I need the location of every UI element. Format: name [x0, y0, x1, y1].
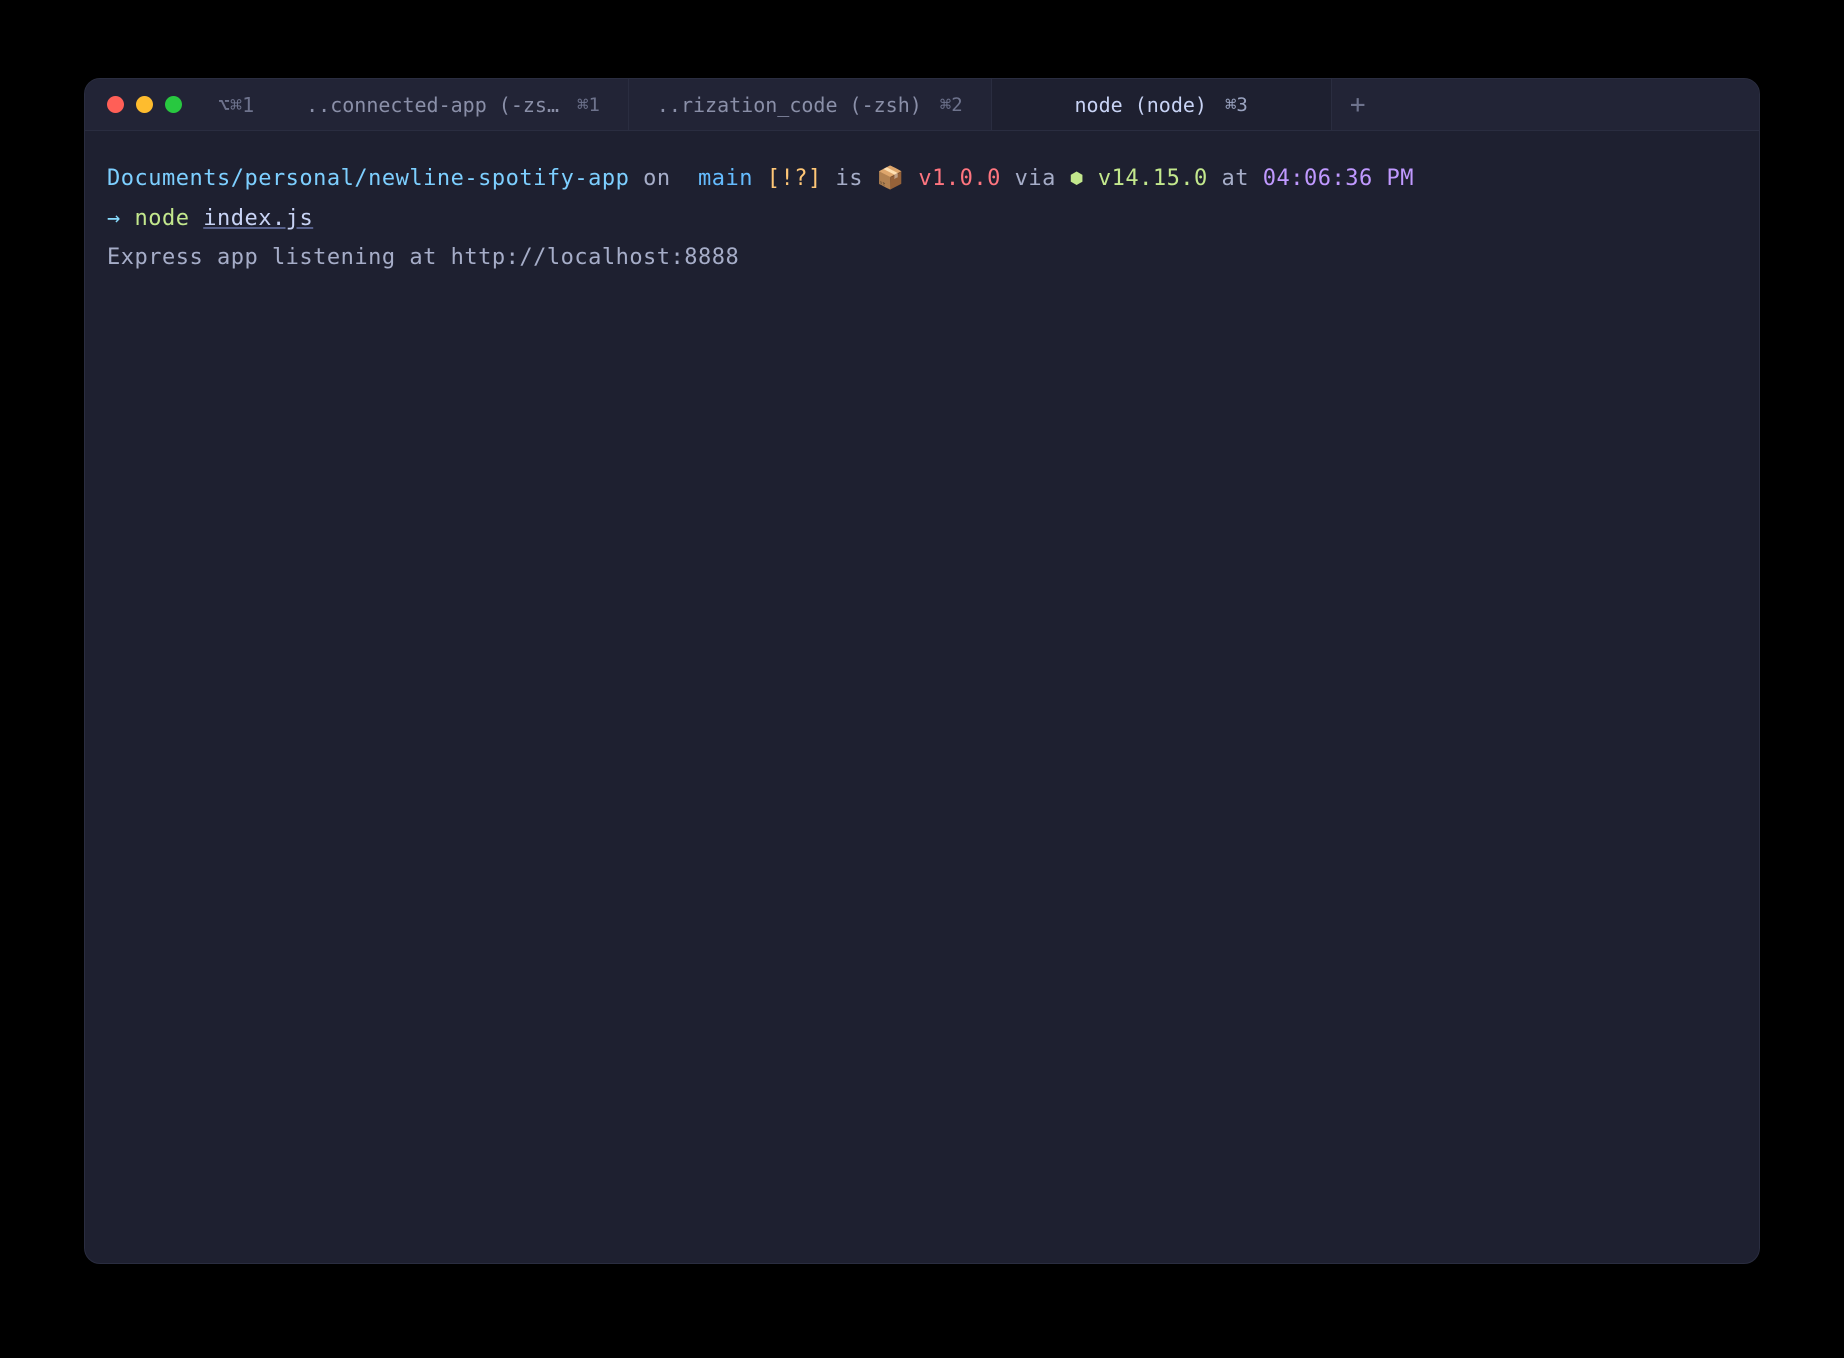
tab-bar: ..connected-app (-zs… ⌘1 ..rization_code… [278, 79, 1384, 130]
prompt-line: Documents/personal/newline-spotify-app o… [107, 159, 1737, 199]
prompt-at: at [1222, 166, 1263, 191]
package-icon: 📦 [877, 166, 905, 191]
prompt-path: Documents/personal/newline-spotify-app [107, 166, 629, 191]
minimize-button[interactable] [136, 96, 153, 113]
prompt-branch: main [684, 166, 766, 191]
prompt-on: on [629, 166, 684, 191]
traffic-lights [85, 96, 204, 113]
new-tab-button[interactable]: + [1332, 79, 1384, 130]
terminal-window: ⌥⌘1 ..connected-app (-zs… ⌘1 ..rization_… [84, 78, 1760, 1264]
tab-3[interactable]: node (node) ⌘3 [992, 79, 1332, 130]
tab-label: ..connected-app (-zs… [306, 93, 559, 117]
tab-2[interactable]: ..rization_code (-zsh) ⌘2 [629, 79, 992, 130]
prompt-arrow-icon: → [107, 206, 135, 231]
plus-icon: + [1350, 90, 1366, 120]
window-hotkey-hint: ⌥⌘1 [218, 93, 254, 117]
maximize-button[interactable] [165, 96, 182, 113]
node-icon: ⬢ [1070, 169, 1084, 188]
tab-shortcut: ⌘3 [1225, 94, 1248, 116]
tab-label: ..rization_code (-zsh) [657, 93, 922, 117]
prompt-git-status: [!?] [767, 166, 822, 191]
tab-shortcut: ⌘2 [940, 94, 963, 116]
prompt-package-version: v1.0.0 [905, 166, 1015, 191]
command-arg: index.js [203, 206, 313, 231]
command-line: → node index.js [107, 199, 1737, 239]
prompt-time: 04:06:36 PM [1263, 166, 1414, 191]
tab-1[interactable]: ..connected-app (-zs… ⌘1 [278, 79, 629, 130]
tab-shortcut: ⌘1 [577, 94, 600, 116]
command-name: node [135, 206, 204, 231]
titlebar: ⌥⌘1 ..connected-app (-zs… ⌘1 ..rization_… [85, 79, 1759, 131]
prompt-node-version: v14.15.0 [1084, 166, 1221, 191]
close-button[interactable] [107, 96, 124, 113]
prompt-is: is [822, 166, 877, 191]
prompt-via: via [1015, 166, 1070, 191]
output-line: Express app listening at http://localhos… [107, 238, 1737, 278]
tab-label: node (node) [1075, 93, 1207, 117]
terminal-body[interactable]: Documents/personal/newline-spotify-app o… [85, 131, 1759, 1263]
